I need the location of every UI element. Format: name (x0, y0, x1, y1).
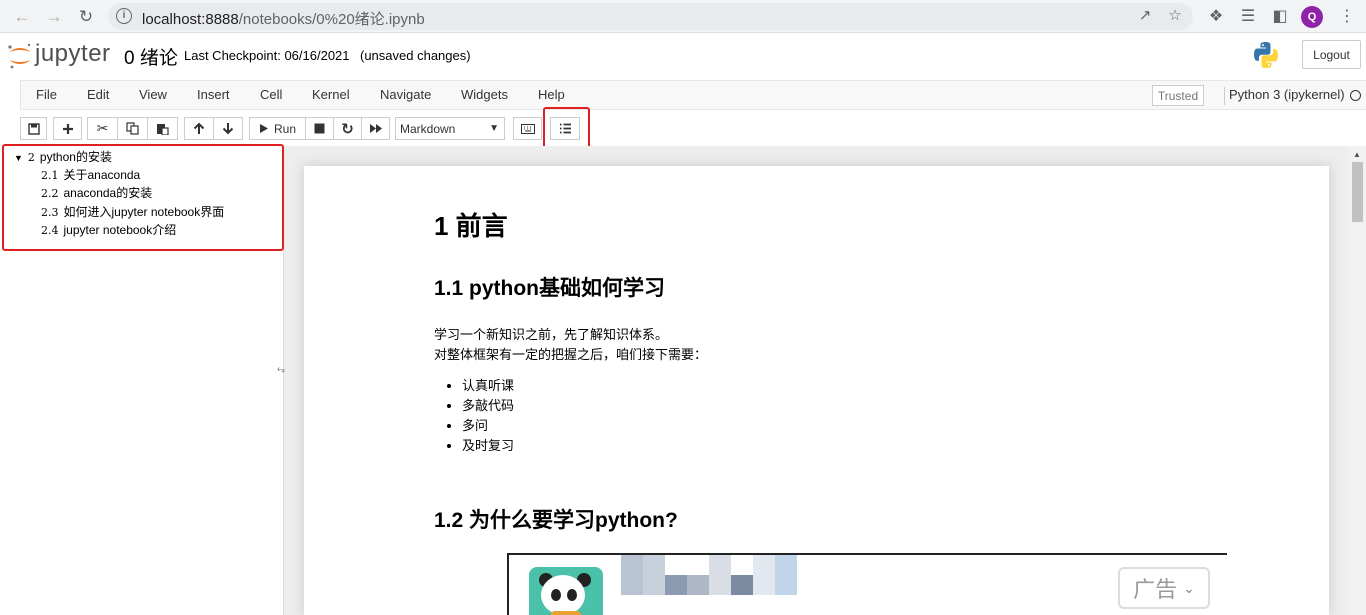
panda-avatar (529, 567, 603, 615)
kernel-idle-icon (1350, 90, 1361, 101)
chevron-down-icon: ▼ (489, 123, 499, 134)
move-down-button[interactable] (213, 117, 243, 140)
move-up-button[interactable] (184, 117, 214, 140)
paste-icon (157, 124, 169, 135)
url-host: localhost:8888 (142, 11, 239, 28)
heading-foreword: 1 前言 (434, 211, 508, 241)
fast-forward-icon (369, 124, 382, 133)
plus-icon (62, 123, 73, 134)
menu-widgets[interactable]: Widgets (461, 87, 508, 102)
unsaved-status: (unsaved changes) (360, 48, 471, 63)
menu-navigate[interactable]: Navigate (380, 87, 431, 102)
jupyter-logo-text: jupyter (35, 40, 111, 67)
site-info-icon[interactable]: i (116, 8, 132, 24)
media-queue-icon[interactable]: ☰ (1236, 5, 1260, 29)
last-checkpoint: Last Checkpoint: 06/16/2021 (184, 48, 350, 63)
jupyter-logo-icon[interactable] (5, 41, 35, 71)
toc-highlight-box (2, 144, 284, 251)
list-item: 多问 (462, 416, 514, 436)
scissors-icon: ✂ (96, 120, 109, 136)
menubar: File Edit View Insert Cell Kernel Naviga… (20, 80, 1366, 110)
run-label: Run (273, 121, 296, 136)
save-button[interactable] (20, 117, 47, 140)
paragraph-line-1: 学习一个新知识之前，先了解知识体系。 (434, 327, 669, 342)
profile-avatar[interactable]: Q (1301, 6, 1323, 28)
play-icon (259, 124, 268, 133)
notebook-title[interactable]: 0 绪论 (124, 43, 178, 70)
heading-why-python: 1.2 为什么要学习python? (434, 509, 678, 532)
embedded-ad-image[interactable]: 广告 ⌄ (507, 553, 1227, 615)
blurred-text (621, 555, 797, 595)
menu-kernel[interactable]: Kernel (312, 87, 350, 102)
back-arrow-icon[interactable]: ← (10, 5, 34, 29)
chevron-down-icon: ⌄ (1183, 579, 1195, 596)
page-scrollbar[interactable]: ▲ (1349, 146, 1366, 615)
list-item: 多敲代码 (462, 396, 514, 416)
cut-button[interactable]: ✂ (87, 117, 118, 140)
ad-label-text: 广告 (1133, 577, 1178, 602)
ad-label[interactable]: 广告 ⌄ (1118, 567, 1210, 609)
reload-icon[interactable]: ↻ (74, 5, 98, 29)
jupyter-header: jupyter 0 绪论 Last Checkpoint: 06/16/2021… (0, 33, 1366, 78)
url-text: localhost:8888/notebooks/0%20绪论.ipynb (142, 8, 425, 29)
restart-icon: ↻ (341, 120, 354, 138)
paragraph-line-2: 对整体框架有一定的把握之后，咱们接下需要： (434, 347, 708, 362)
interrupt-button[interactable] (305, 117, 334, 140)
save-icon (27, 122, 40, 135)
forward-arrow-icon[interactable]: → (42, 5, 66, 29)
toc-resize-handle[interactable]: ⥆ (277, 364, 285, 375)
restart-button[interactable]: ↻ (333, 117, 362, 140)
address-bar[interactable]: i localhost:8888/notebooks/0%20绪论.ipynb … (108, 3, 1193, 30)
restart-run-all-button[interactable] (361, 117, 390, 140)
browser-toolbar: ← → ↻ i localhost:8888/notebooks/0%20绪论.… (0, 0, 1366, 33)
cell-type-select[interactable]: Markdown ▼ (395, 117, 505, 140)
side-panel-icon[interactable]: ◧ (1268, 5, 1292, 29)
menu-file[interactable]: File (36, 87, 57, 102)
arrow-down-icon (222, 123, 234, 135)
list-item: 及时复习 (462, 436, 514, 456)
menu-edit[interactable]: Edit (87, 87, 109, 102)
trusted-indicator[interactable]: Trusted (1152, 85, 1204, 106)
run-button[interactable]: Run (249, 117, 306, 140)
bookmark-star-icon[interactable]: ☆ (1165, 6, 1185, 26)
kernel-name[interactable]: Python 3 (ipykernel) (1224, 87, 1345, 105)
notebook-page: 1 前言 1.1 python基础如何学习 学习一个新知识之前，先了解知识体系。… (304, 166, 1329, 615)
share-icon[interactable]: ↗ (1135, 6, 1155, 26)
copy-button[interactable] (117, 117, 148, 140)
heading-how-to-learn: 1.1 python基础如何学习 (434, 277, 666, 300)
arrow-up-icon (193, 122, 205, 134)
notebook-toolbar: ✂ Run ↻ Markdown ▼ (0, 112, 1366, 146)
copy-icon (126, 122, 139, 135)
logout-button[interactable]: Logout (1302, 40, 1361, 69)
scroll-thumb[interactable] (1352, 162, 1363, 222)
command-palette-button[interactable] (513, 117, 542, 140)
list-item: 认真听课 (462, 376, 514, 396)
toc-button-highlight (543, 107, 590, 149)
keyboard-icon (520, 123, 535, 134)
study-tips-list: 认真听课 多敲代码 多问 及时复习 (446, 376, 514, 456)
more-menu-icon[interactable]: ⋮ (1335, 5, 1359, 29)
stop-icon (314, 123, 325, 134)
insert-cell-button[interactable] (53, 117, 82, 140)
paste-button[interactable] (147, 117, 178, 140)
menu-cell[interactable]: Cell (260, 87, 282, 102)
menu-insert[interactable]: Insert (197, 87, 230, 102)
url-path: /notebooks/0%20绪论.ipynb (238, 11, 425, 28)
menu-view[interactable]: View (139, 87, 167, 102)
cell-type-value: Markdown (400, 121, 456, 136)
menu-help[interactable]: Help (538, 87, 565, 102)
scroll-up-arrow-icon[interactable]: ▲ (1353, 150, 1361, 159)
extensions-puzzle-icon[interactable]: ❖ (1204, 5, 1228, 29)
python-logo-icon (1254, 42, 1278, 68)
